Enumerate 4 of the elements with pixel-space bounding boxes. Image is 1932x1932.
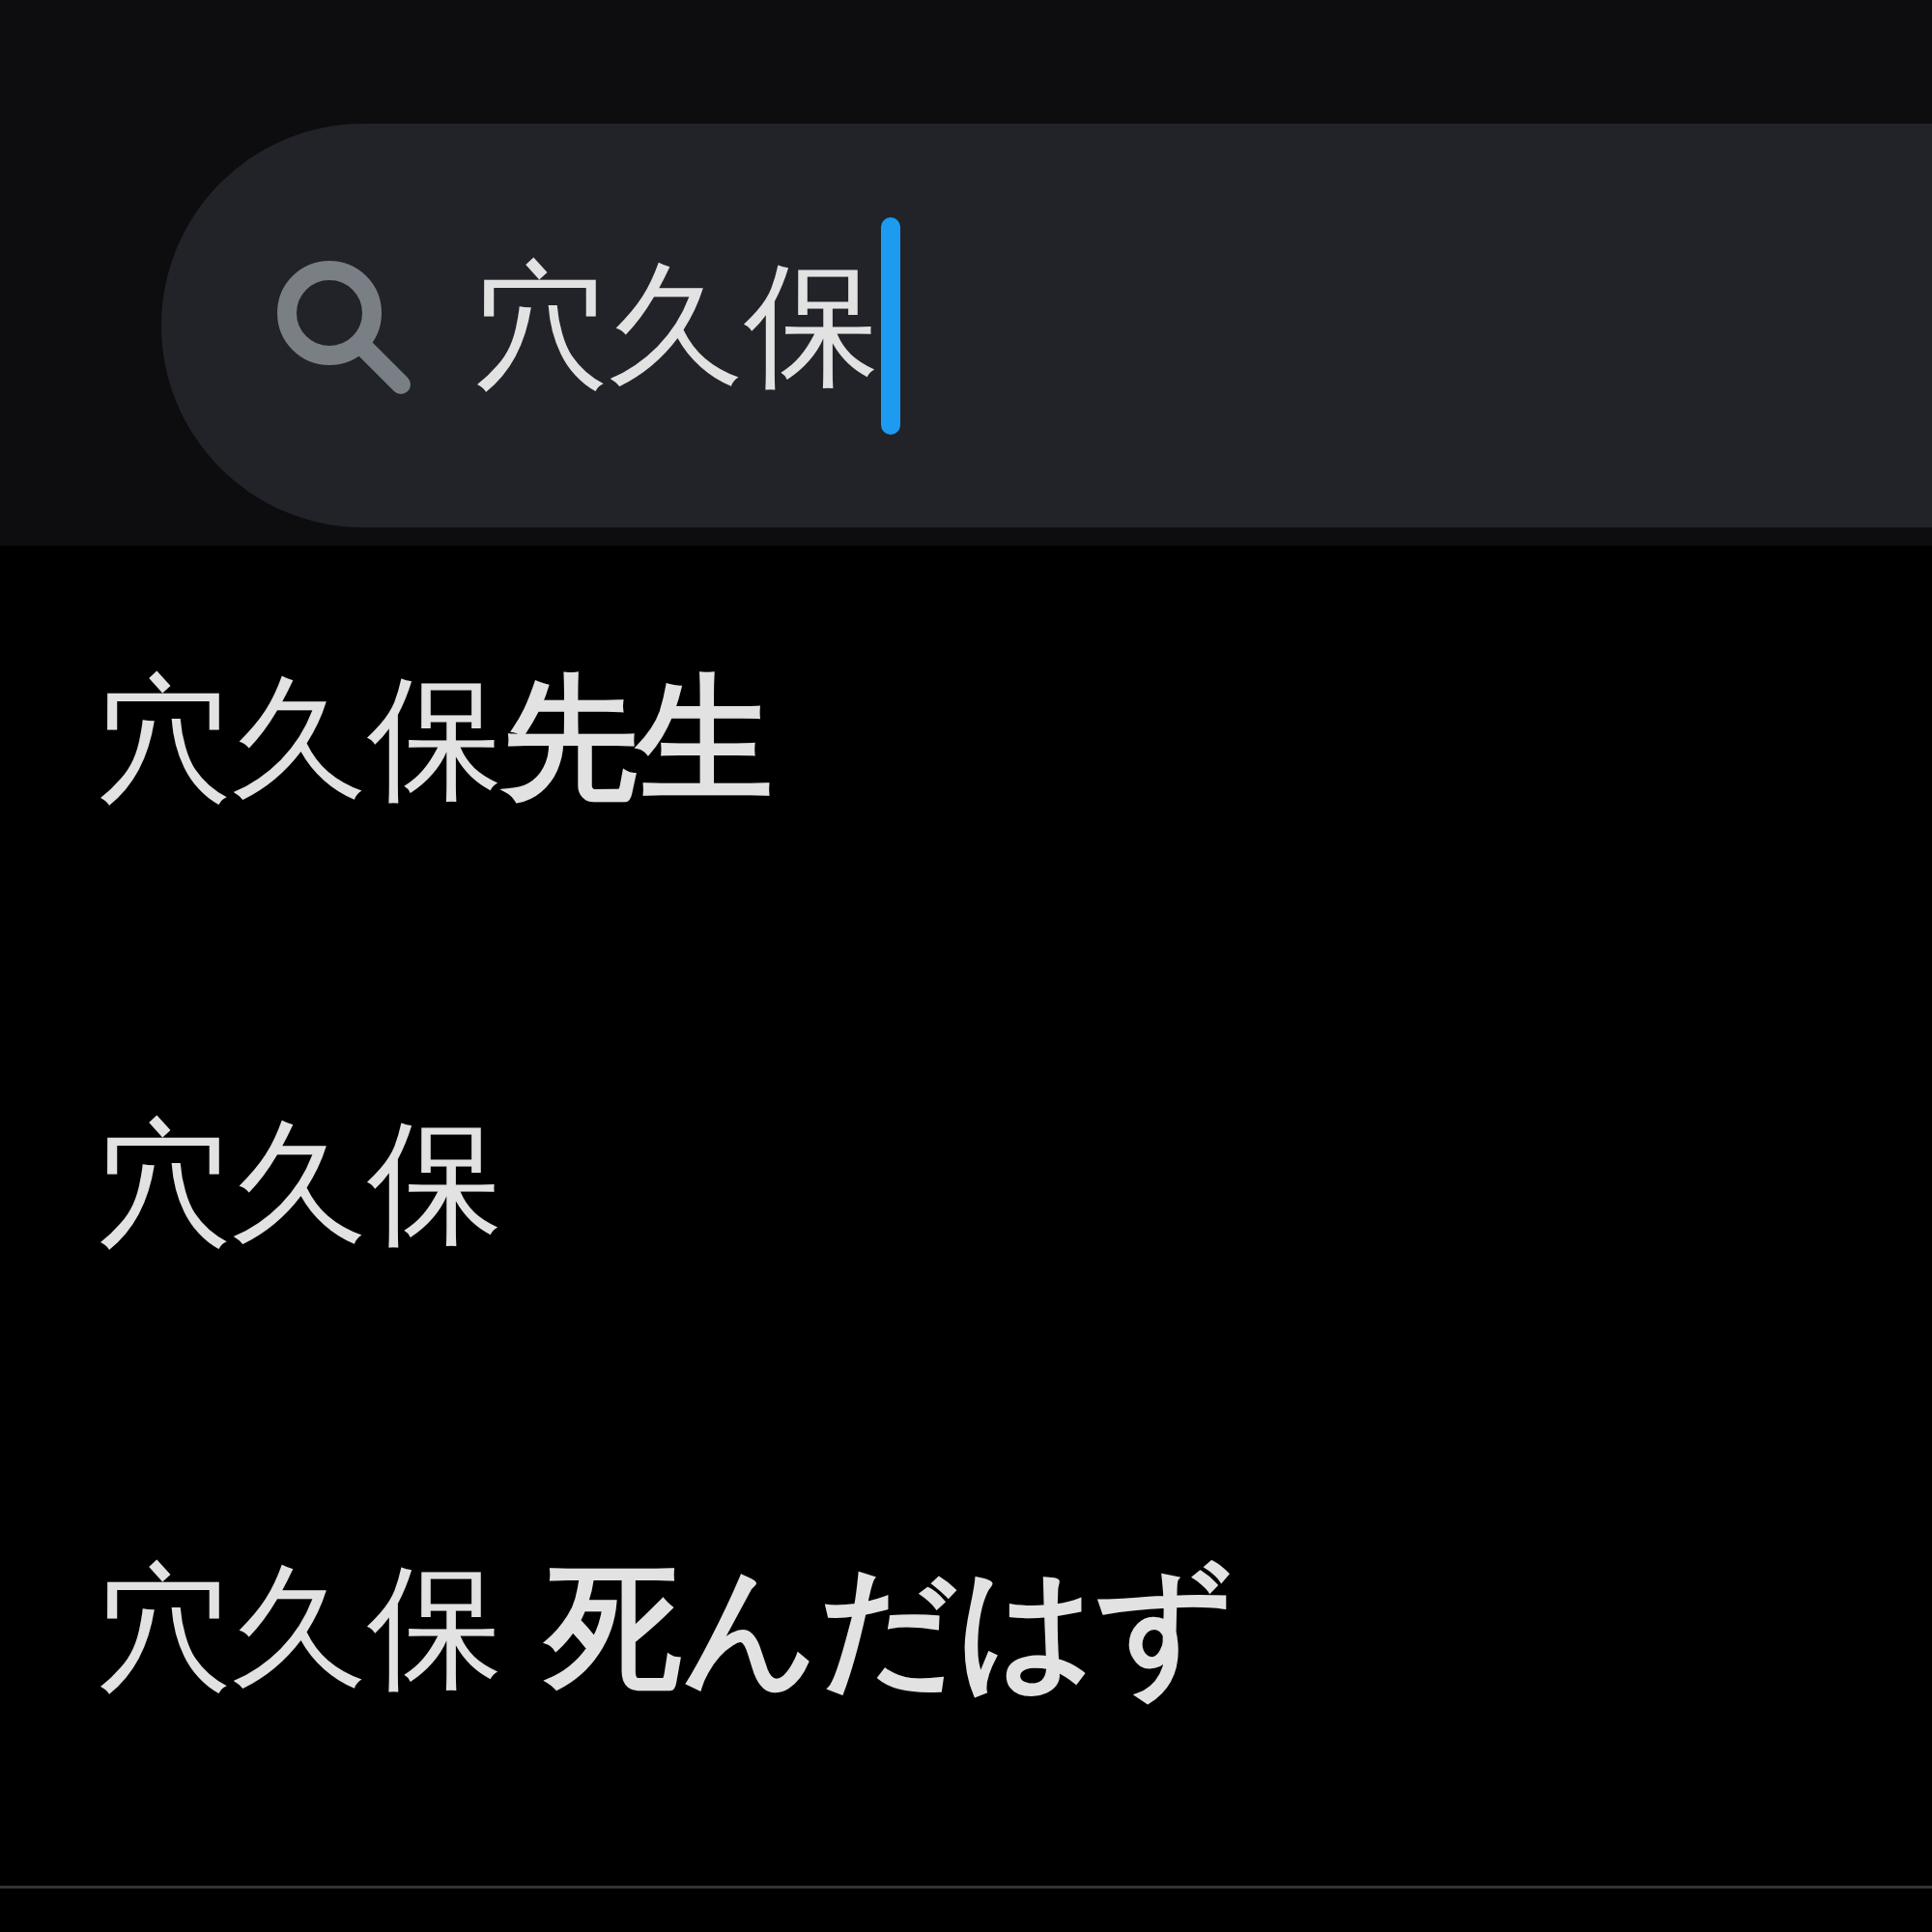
search-suggestion[interactable]: 穴久保先生: [97, 658, 773, 820]
search-suggestion[interactable]: 穴久保: [97, 1102, 502, 1264]
search-field[interactable]: 穴久保: [161, 124, 1932, 527]
search-suggestion[interactable]: 穴久保 死んだはず: [97, 1547, 1234, 1709]
